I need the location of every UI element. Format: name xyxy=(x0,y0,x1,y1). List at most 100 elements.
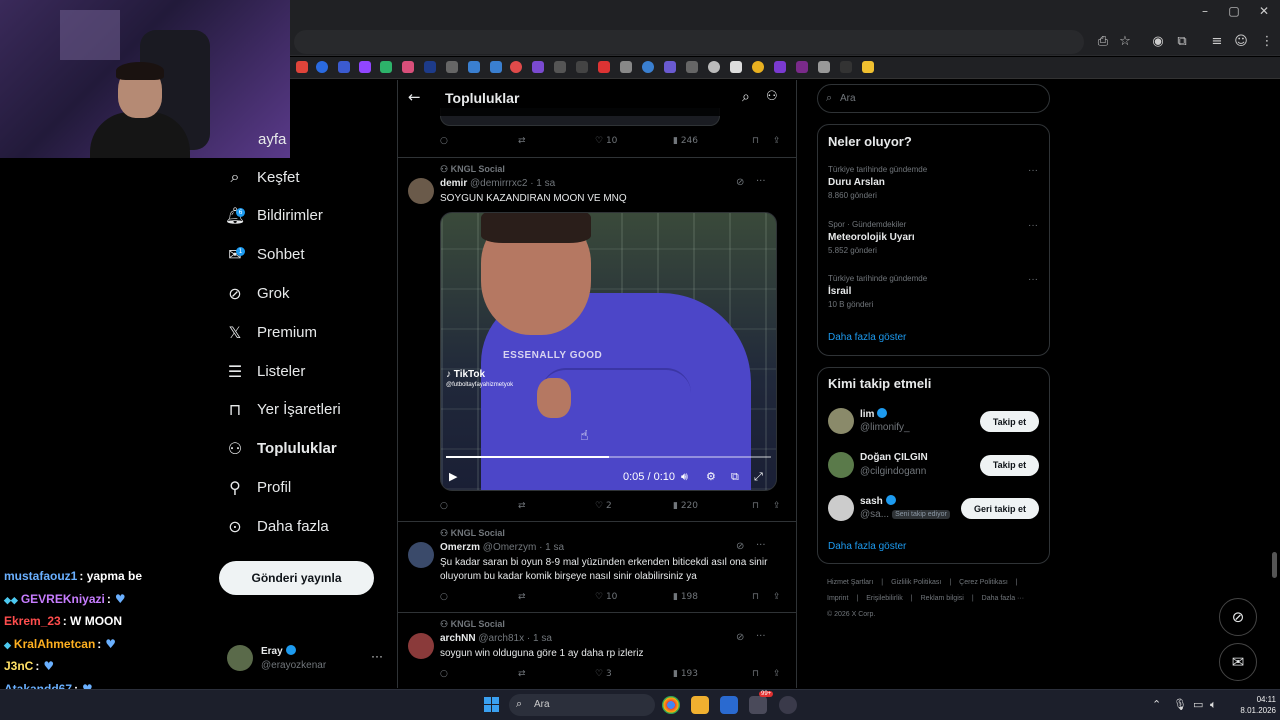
reply-icon[interactable]: ○ xyxy=(440,136,448,146)
more-icon[interactable]: ··· xyxy=(756,540,766,551)
share-icon[interactable]: ⇪ xyxy=(773,592,781,602)
bookmark-icon[interactable] xyxy=(840,61,852,73)
bookmark-icon[interactable] xyxy=(796,61,808,73)
fullscreen-icon[interactable]: ⤢ xyxy=(754,470,763,484)
folder-icon[interactable] xyxy=(862,61,874,73)
views-icon[interactable]: ▮ 193 xyxy=(673,669,698,679)
maximize-button[interactable]: ▢ xyxy=(1219,4,1249,18)
trend-item[interactable]: Türkiye tarihinde gündemde Duru Arslan 8.8… xyxy=(828,165,1038,200)
footer-link[interactable]: Çerez Politikası xyxy=(959,579,1008,586)
back-arrow-icon[interactable]: ← xyxy=(408,88,421,106)
bookmark-icon[interactable]: ⊓ xyxy=(752,592,759,602)
puzzle-icon[interactable]: ⧉ xyxy=(1173,34,1191,50)
bookmark-icon[interactable] xyxy=(576,61,588,73)
post-button[interactable]: Gönderi yayınla xyxy=(219,561,374,595)
sidebar-item-daha-fazla[interactable]: ⊙ Daha fazla xyxy=(226,511,328,541)
search-box[interactable]: ⌕ Ara xyxy=(817,84,1050,113)
footer-link[interactable]: Reklam bilgisi xyxy=(921,595,964,602)
pip-icon[interactable]: ⧉ xyxy=(731,470,739,484)
tweet-author[interactable]: Omerzm @Omerzym · 1 sa xyxy=(440,542,564,553)
taskbar-search[interactable]: ⌕ Ara xyxy=(509,694,655,716)
views-icon[interactable]: ▮ 220 xyxy=(673,501,698,511)
reply-icon[interactable]: ○ xyxy=(440,501,448,511)
share-icon[interactable]: ⇪ xyxy=(773,136,781,146)
tweet-author[interactable]: demir @demirrrxc2 · 1 sa xyxy=(440,178,555,189)
tweet-author[interactable]: archNN @arch81x · 1 sa xyxy=(440,633,552,644)
like-icon[interactable]: ♡ 10 xyxy=(595,592,617,602)
windows-start-icon[interactable] xyxy=(484,697,499,712)
sidebar-item-profil[interactable]: ⚲ Profil xyxy=(226,472,291,502)
tweet[interactable]: ⚇ KNGL Social archNN @arch81x · 1 sa ⊘ ·… xyxy=(398,613,796,688)
suggested-user[interactable]: sash @sa... Seni takip ediyor Geri takip et xyxy=(828,495,1040,525)
bookmark-icon[interactable] xyxy=(296,61,308,73)
play-icon[interactable]: ▶ xyxy=(449,470,457,483)
bookmark-icon[interactable] xyxy=(774,61,786,73)
who-show-more[interactable]: Daha fazla göster xyxy=(828,541,906,552)
scrollbar[interactable] xyxy=(1272,552,1277,578)
more-icon[interactable]: ··· xyxy=(1028,165,1038,176)
bookmark-icon[interactable] xyxy=(818,61,830,73)
sidebar-item-premium[interactable]: 𝕏 Premium xyxy=(226,317,317,347)
suggested-user[interactable]: lim @limonify_ Takip et xyxy=(828,408,1040,438)
bookmark-icon[interactable] xyxy=(620,61,632,73)
avatar[interactable] xyxy=(408,178,434,204)
footer-link[interactable]: Daha fazla ··· xyxy=(982,595,1024,602)
close-button[interactable]: ✕ xyxy=(1249,4,1279,18)
share-icon[interactable]: ⇪ xyxy=(773,669,781,679)
star-icon[interactable]: ☆ xyxy=(1116,34,1134,50)
kebab-menu-icon[interactable]: ⋮ xyxy=(1258,34,1276,50)
settings-icon[interactable]: ⚙ xyxy=(706,470,716,483)
media-icon[interactable]: ≡ xyxy=(1208,34,1226,50)
bookmark-icon[interactable] xyxy=(752,61,764,73)
trend-item[interactable]: Spor · Gündemdekiler Meteorolojik Uyarı 5.… xyxy=(828,220,1038,255)
bookmark-icon[interactable] xyxy=(598,61,610,73)
retweet-icon[interactable]: ⇄ xyxy=(518,669,526,679)
tweet[interactable]: ⚇ KNGL Social Omerzm @Omerzym · 1 sa ⊘ ·… xyxy=(398,522,796,612)
trends-show-more[interactable]: Daha fazla göster xyxy=(828,332,906,343)
chrome-icon[interactable] xyxy=(662,696,680,714)
volume-icon[interactable]: 🔊︎ xyxy=(681,470,688,484)
follow-button[interactable]: Takip et xyxy=(980,454,1039,476)
reply-icon[interactable]: ○ xyxy=(440,592,448,602)
footer-link[interactable]: Erişilebilirlik xyxy=(866,595,903,602)
extension-icon[interactable]: ◉ xyxy=(1149,34,1167,50)
nav-item-home-partial[interactable]: ayfa xyxy=(226,124,286,154)
sidebar-item-sohbet[interactable]: ✉ 1 Sohbet xyxy=(226,240,304,270)
bookmark-icon[interactable] xyxy=(686,61,698,73)
account-switcher[interactable]: Eray @erayozkenar ··· xyxy=(227,643,387,677)
sidebar-item-topluluklar[interactable]: ⚇ Topluluklar xyxy=(226,434,337,464)
like-icon[interactable]: ♡ 10 xyxy=(595,136,617,146)
footer-link[interactable]: Hizmet Şartları xyxy=(827,579,873,586)
avatar[interactable] xyxy=(408,633,434,659)
footer-link[interactable]: Gizlilik Politikası xyxy=(891,579,941,586)
app-icon[interactable] xyxy=(720,696,738,714)
grok-icon[interactable]: ⊘ xyxy=(736,541,744,552)
bookmark-icon[interactable] xyxy=(380,61,392,73)
footer-link[interactable]: © 2026 X Corp. xyxy=(827,611,875,618)
sidebar-item-yer-i̇şaretleri[interactable]: ⊓ Yer İşaretleri xyxy=(226,395,341,425)
sidebar-item-bildirimler[interactable]: 🔔︎ 6 Bildirimler xyxy=(225,201,323,231)
app-icon[interactable]: 99+ xyxy=(749,691,774,714)
reply-icon[interactable]: ○ xyxy=(440,669,448,679)
sidebar-item-grok[interactable]: ⊘ Grok xyxy=(226,278,289,308)
views-icon[interactable]: ▮ 198 xyxy=(673,592,698,602)
share-icon[interactable]: ⇪ xyxy=(773,501,781,511)
bookmark-icon[interactable]: ⊓ xyxy=(752,136,759,146)
more-icon[interactable]: ··· xyxy=(371,649,383,663)
chevron-up-icon[interactable]: ⌃ xyxy=(1152,698,1161,711)
bookmark-icon[interactable] xyxy=(446,61,458,73)
bookmark-icon[interactable] xyxy=(316,61,328,73)
volume-icon[interactable]: 🔈︎ xyxy=(1210,698,1217,712)
bookmark-icon[interactable] xyxy=(468,61,480,73)
retweet-icon[interactable]: ⇄ xyxy=(518,501,526,511)
video-player[interactable]: ESSENALLY GOOD ♪ TikTok @futboltayfayahi… xyxy=(440,212,777,491)
bookmark-icon[interactable] xyxy=(664,61,676,73)
clock[interactable]: 04:11 8.01.2026 xyxy=(1226,694,1276,716)
minimize-button[interactable]: – xyxy=(1190,4,1220,18)
app-icon[interactable] xyxy=(779,696,797,714)
people-add-icon[interactable]: ⚇ xyxy=(766,89,778,104)
profile-avatar-icon[interactable]: ☺ xyxy=(1232,34,1250,50)
grok-icon[interactable]: ⊘ xyxy=(736,177,744,188)
video-progress-bar[interactable] xyxy=(446,456,771,458)
follow-button[interactable]: Takip et xyxy=(980,411,1039,432)
